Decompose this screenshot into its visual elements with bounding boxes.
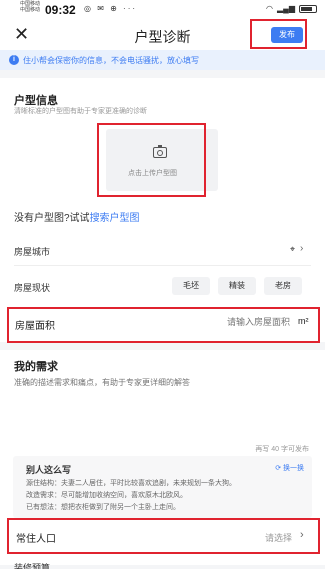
needs-input[interactable]	[14, 377, 311, 437]
status-option-rough[interactable]: 毛坯	[172, 277, 210, 295]
needs-title: 我的需求	[14, 361, 58, 373]
chevron-right-icon[interactable]: ›	[300, 529, 304, 541]
example-line: 已有想法：想把衣柜做到了附另一个主卧上走间。	[26, 504, 180, 511]
battery-icon	[299, 4, 317, 13]
no-floorplan-text: 没有户型图?试试	[14, 213, 90, 224]
camera-icon	[153, 145, 167, 158]
privacy-notice: i 住小帮会保密你的信息，不会电话骚扰，放心填写	[0, 50, 325, 70]
no-floorplan-prompt: 没有户型图?试试搜索户型图	[14, 209, 140, 224]
population-label: 常住人口	[16, 534, 56, 545]
refresh-label: 换一换	[283, 465, 304, 472]
population-value[interactable]: 请选择	[265, 531, 292, 544]
publish-button[interactable]: 发布	[271, 27, 303, 43]
status-right: ◠ ▂▄▆	[266, 4, 317, 13]
status-label: 房屋现状	[14, 283, 51, 293]
house-info-subtitle: 清晰标准的户型图有助于专家更准确的诊断	[14, 108, 147, 115]
carrier-2: 中国移动	[20, 7, 41, 13]
notice-text: 住小帮会保密你的信息，不会电话骚扰，放心填写	[23, 56, 199, 65]
upload-highlight	[97, 123, 206, 197]
screen: 中国移动 中国移动 09:32 ◎ ✉ ⊕ ··· ◠ ▂▄▆ ✕ 户型诊断 发…	[0, 0, 325, 569]
status-option-old[interactable]: 老房	[264, 277, 302, 295]
status-option-decorated[interactable]: 精装	[218, 277, 256, 295]
status-time: 09:32	[45, 3, 76, 17]
divider	[14, 265, 311, 266]
area-label: 房屋面积	[15, 321, 55, 332]
refresh-example-button[interactable]: ⟳ 换一换	[275, 463, 304, 473]
example-title: 别人这么写	[26, 465, 72, 475]
example-line: 改造需求：尽可能增加收纳空间，喜欢原木北欧风。	[26, 492, 187, 499]
location-icon[interactable]: ⌖	[290, 244, 295, 255]
refresh-icon: ⟳	[275, 465, 283, 472]
char-counter: 再写 40 字可发布	[255, 446, 309, 453]
upload-label: 点击上传户型图	[128, 170, 177, 177]
notification-icons: ◎ ✉ ⊕ ···	[84, 4, 138, 13]
search-floorplan-link[interactable]: 搜索户型图	[90, 213, 140, 224]
signal-icon: ▂▄▆	[277, 4, 295, 13]
city-label: 房屋城市	[14, 247, 51, 257]
wifi-icon: ◠	[266, 4, 274, 13]
example-line: 源住结构：夫妻二人居住，平时比较喜欢追剧，未来规划一条大狗。	[26, 480, 236, 487]
status-bar: 中国移动 中国移动 09:32 ◎ ✉ ⊕ ··· ◠ ▂▄▆	[0, 0, 325, 18]
area-unit: m²	[298, 316, 309, 326]
carrier-info: 中国移动 中国移动	[20, 1, 40, 13]
chevron-right-icon[interactable]: ›	[300, 243, 303, 254]
budget-label: 装修预算	[14, 563, 51, 569]
area-input[interactable]	[190, 316, 290, 328]
info-icon: i	[9, 55, 19, 65]
